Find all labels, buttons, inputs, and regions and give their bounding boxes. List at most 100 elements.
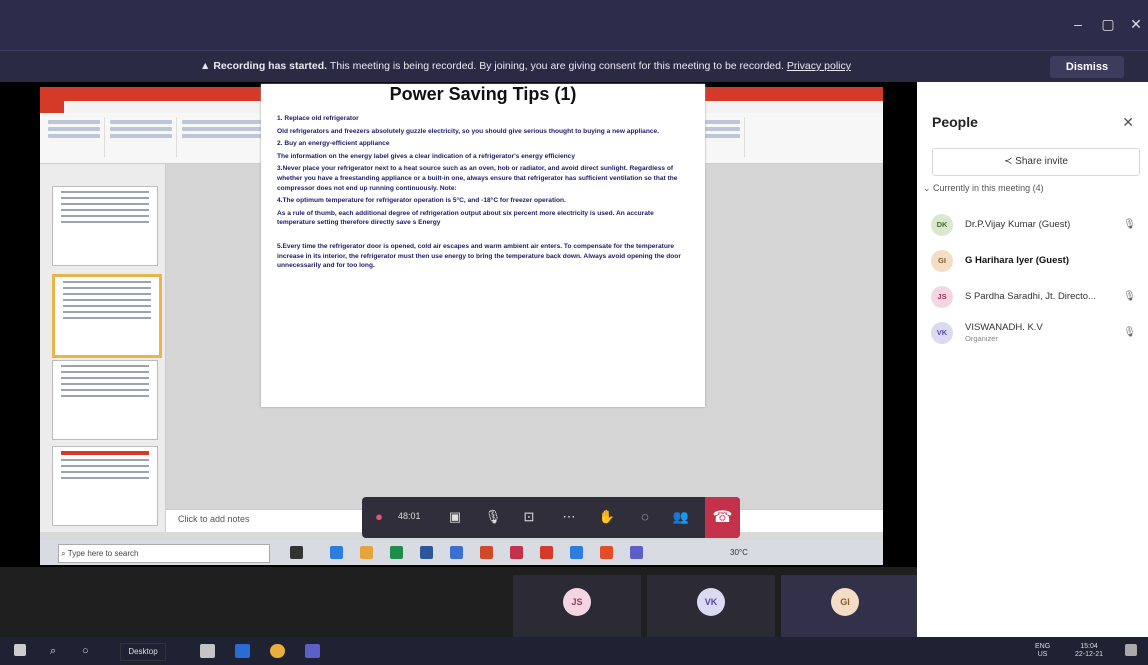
participant-item[interactable]: GI G Harihara Iyer (Guest) bbox=[931, 246, 1136, 280]
app-icon[interactable] bbox=[600, 546, 613, 559]
slide-paragraph: 3.Never place your refrigerator next to … bbox=[277, 165, 678, 192]
record-icon: ● bbox=[375, 509, 383, 524]
slide-paragraph: 5.Every time the refrigerator door is op… bbox=[277, 242, 681, 270]
windows-start-icon[interactable] bbox=[14, 644, 26, 656]
avatar: VK bbox=[931, 322, 953, 344]
avatar: GI bbox=[831, 588, 859, 616]
meeting-controls: ● 48:01 ▣ 🎙 ⊡ ⋯ ✋ ◌ 👥 ☎ bbox=[362, 497, 740, 538]
slide-paragraph: 4.The optimum temperature for refrigerat… bbox=[277, 197, 566, 205]
file-tab[interactable] bbox=[40, 101, 64, 113]
chrome-icon[interactable] bbox=[570, 546, 583, 559]
mic-off-icon: 🎙 bbox=[1123, 219, 1136, 230]
app-icon[interactable] bbox=[450, 546, 463, 559]
edge-icon[interactable] bbox=[330, 546, 343, 559]
meeting-timer: 48:01 bbox=[398, 511, 421, 521]
camera-off-button[interactable]: ▣ bbox=[444, 507, 466, 527]
slide-thumbnail[interactable] bbox=[52, 446, 158, 526]
shared-weather: 30°C bbox=[730, 548, 748, 557]
participant-name: Dr.P.Vijay Kumar (Guest) bbox=[965, 219, 1071, 230]
teams-icon[interactable] bbox=[305, 644, 320, 658]
slide-body: 1. Replace old refrigerator Old refriger… bbox=[277, 114, 692, 274]
video-tile[interactable]: VK bbox=[647, 575, 775, 637]
participants-button[interactable]: 👥 bbox=[670, 507, 692, 527]
more-actions-button[interactable]: ⋯ bbox=[558, 507, 580, 527]
raise-hand-button[interactable]: ✋ bbox=[596, 507, 618, 527]
ribbon-group-clipboard[interactable] bbox=[44, 117, 105, 157]
video-tile[interactable]: JS bbox=[513, 575, 641, 637]
recording-text: This meeting is being recorded. By joini… bbox=[327, 60, 787, 72]
video-tiles: JS VK GI bbox=[0, 567, 917, 637]
windows-taskbar: ⌕ ○ Desktop ENG US 15:04 22-12-21 bbox=[0, 637, 1148, 665]
mic-off-button[interactable]: 🎙 bbox=[482, 507, 504, 527]
pdf-icon[interactable] bbox=[510, 546, 523, 559]
mic-off-icon: 🎙 bbox=[1123, 327, 1136, 338]
recording-message: ▲ Recording has started. This meeting is… bbox=[200, 60, 851, 72]
slide-thumbnail-selected[interactable] bbox=[52, 274, 162, 358]
slide-thumbnail[interactable] bbox=[52, 186, 158, 266]
chrome-icon[interactable] bbox=[270, 644, 285, 658]
explorer-icon[interactable] bbox=[200, 644, 215, 658]
app-icon[interactable] bbox=[540, 546, 553, 559]
leave-call-button[interactable]: ☎ bbox=[705, 497, 740, 538]
slide-title: Power Saving Tips (1) bbox=[389, 84, 577, 104]
participant-name: G Harihara Iyer (Guest) bbox=[965, 255, 1070, 266]
shared-search-box[interactable]: ⌕ Type here to search bbox=[58, 544, 270, 563]
taskview-icon[interactable] bbox=[290, 546, 303, 559]
avatar: JS bbox=[931, 286, 953, 308]
avatar: JS bbox=[563, 588, 591, 616]
people-title: People bbox=[932, 114, 978, 130]
participant-item[interactable]: DK Dr.P.Vijay Kumar (Guest) 🎙 bbox=[931, 210, 1136, 244]
powerpoint-icon[interactable] bbox=[480, 546, 493, 559]
avatar: GI bbox=[931, 250, 953, 272]
warning-icon: ▲ bbox=[200, 60, 214, 72]
word-icon[interactable] bbox=[420, 546, 433, 559]
desktop-toolbar[interactable]: Desktop bbox=[120, 643, 166, 661]
recording-banner: ▲ Recording has started. This meeting is… bbox=[0, 50, 1148, 83]
app-icon[interactable] bbox=[235, 644, 250, 658]
video-tile[interactable]: GI bbox=[781, 575, 917, 637]
chat-button[interactable]: ◌ bbox=[634, 507, 656, 527]
slide-paragraph: As a rule of thumb, each additional degr… bbox=[277, 209, 654, 227]
maximize-button[interactable]: ▢ bbox=[1098, 14, 1118, 34]
notes-placeholder: Click to add notes bbox=[178, 514, 250, 524]
privacy-policy-link[interactable]: Privacy policy bbox=[787, 60, 851, 72]
slide-paragraph: 1. Replace old refrigerator bbox=[277, 115, 359, 122]
in-meeting-header[interactable]: ⌄ Currently in this meeting (4) bbox=[923, 183, 1044, 194]
teams-title-bar: – ▢ ✕ bbox=[0, 0, 1148, 50]
mic-off-icon: 🎙 bbox=[1123, 291, 1136, 302]
people-panel: People ✕ ≺ Share invite ⌄ Currently in t… bbox=[917, 82, 1148, 637]
search-icon[interactable]: ⌕ bbox=[50, 644, 65, 658]
clock[interactable]: 15:04 22-12-21 bbox=[1075, 643, 1103, 659]
participant-name: VISWANADH. K.V bbox=[965, 322, 1043, 333]
share-icon: ≺ bbox=[1004, 156, 1016, 167]
participant-item[interactable]: VK VISWANADH. K.V Organizer 🎙 bbox=[931, 318, 1136, 352]
teams-icon[interactable] bbox=[630, 546, 643, 559]
in-meeting-label: Currently in this meeting (4) bbox=[933, 183, 1044, 193]
participant-name: S Pardha Saradhi, Jt. Directo... bbox=[965, 291, 1096, 302]
shared-taskbar: ⌕ Type here to search 30°C bbox=[40, 540, 883, 565]
minimize-button[interactable]: – bbox=[1068, 14, 1088, 34]
explorer-icon[interactable] bbox=[360, 546, 373, 559]
slide-paragraph: 2. Buy an energy-efficient appliance bbox=[277, 140, 390, 148]
slide-paragraph: Old refrigerators and freezers absolutel… bbox=[277, 127, 660, 135]
share-invite-label: Share invite bbox=[1015, 156, 1068, 167]
language-indicator[interactable]: ENG US bbox=[1035, 643, 1050, 659]
notifications-icon[interactable] bbox=[1125, 644, 1137, 656]
share-button[interactable]: ⊡ bbox=[518, 507, 540, 527]
avatar: DK bbox=[931, 214, 953, 236]
slide-thumbnails-pane bbox=[40, 164, 166, 532]
ribbon-group-slides[interactable] bbox=[106, 117, 177, 157]
close-window-button[interactable]: ✕ bbox=[1126, 14, 1146, 34]
share-invite-button[interactable]: ≺ Share invite bbox=[932, 148, 1140, 176]
participant-role: Organizer bbox=[965, 334, 998, 343]
close-icon[interactable]: ✕ bbox=[1122, 114, 1134, 131]
recording-bold-text: Recording has started. bbox=[213, 60, 328, 72]
slide-thumbnail[interactable] bbox=[52, 360, 158, 440]
current-slide[interactable]: Power Saving Tips (1) 1. Replace old ref… bbox=[261, 84, 705, 407]
excel-icon[interactable] bbox=[390, 546, 403, 559]
participant-item[interactable]: JS S Pardha Saradhi, Jt. Directo... 🎙 bbox=[931, 282, 1136, 316]
cortana-icon[interactable]: ○ bbox=[82, 644, 97, 658]
avatar: VK bbox=[697, 588, 725, 616]
dismiss-button[interactable]: Dismiss bbox=[1050, 56, 1124, 78]
shared-search-placeholder: Type here to search bbox=[67, 549, 139, 558]
